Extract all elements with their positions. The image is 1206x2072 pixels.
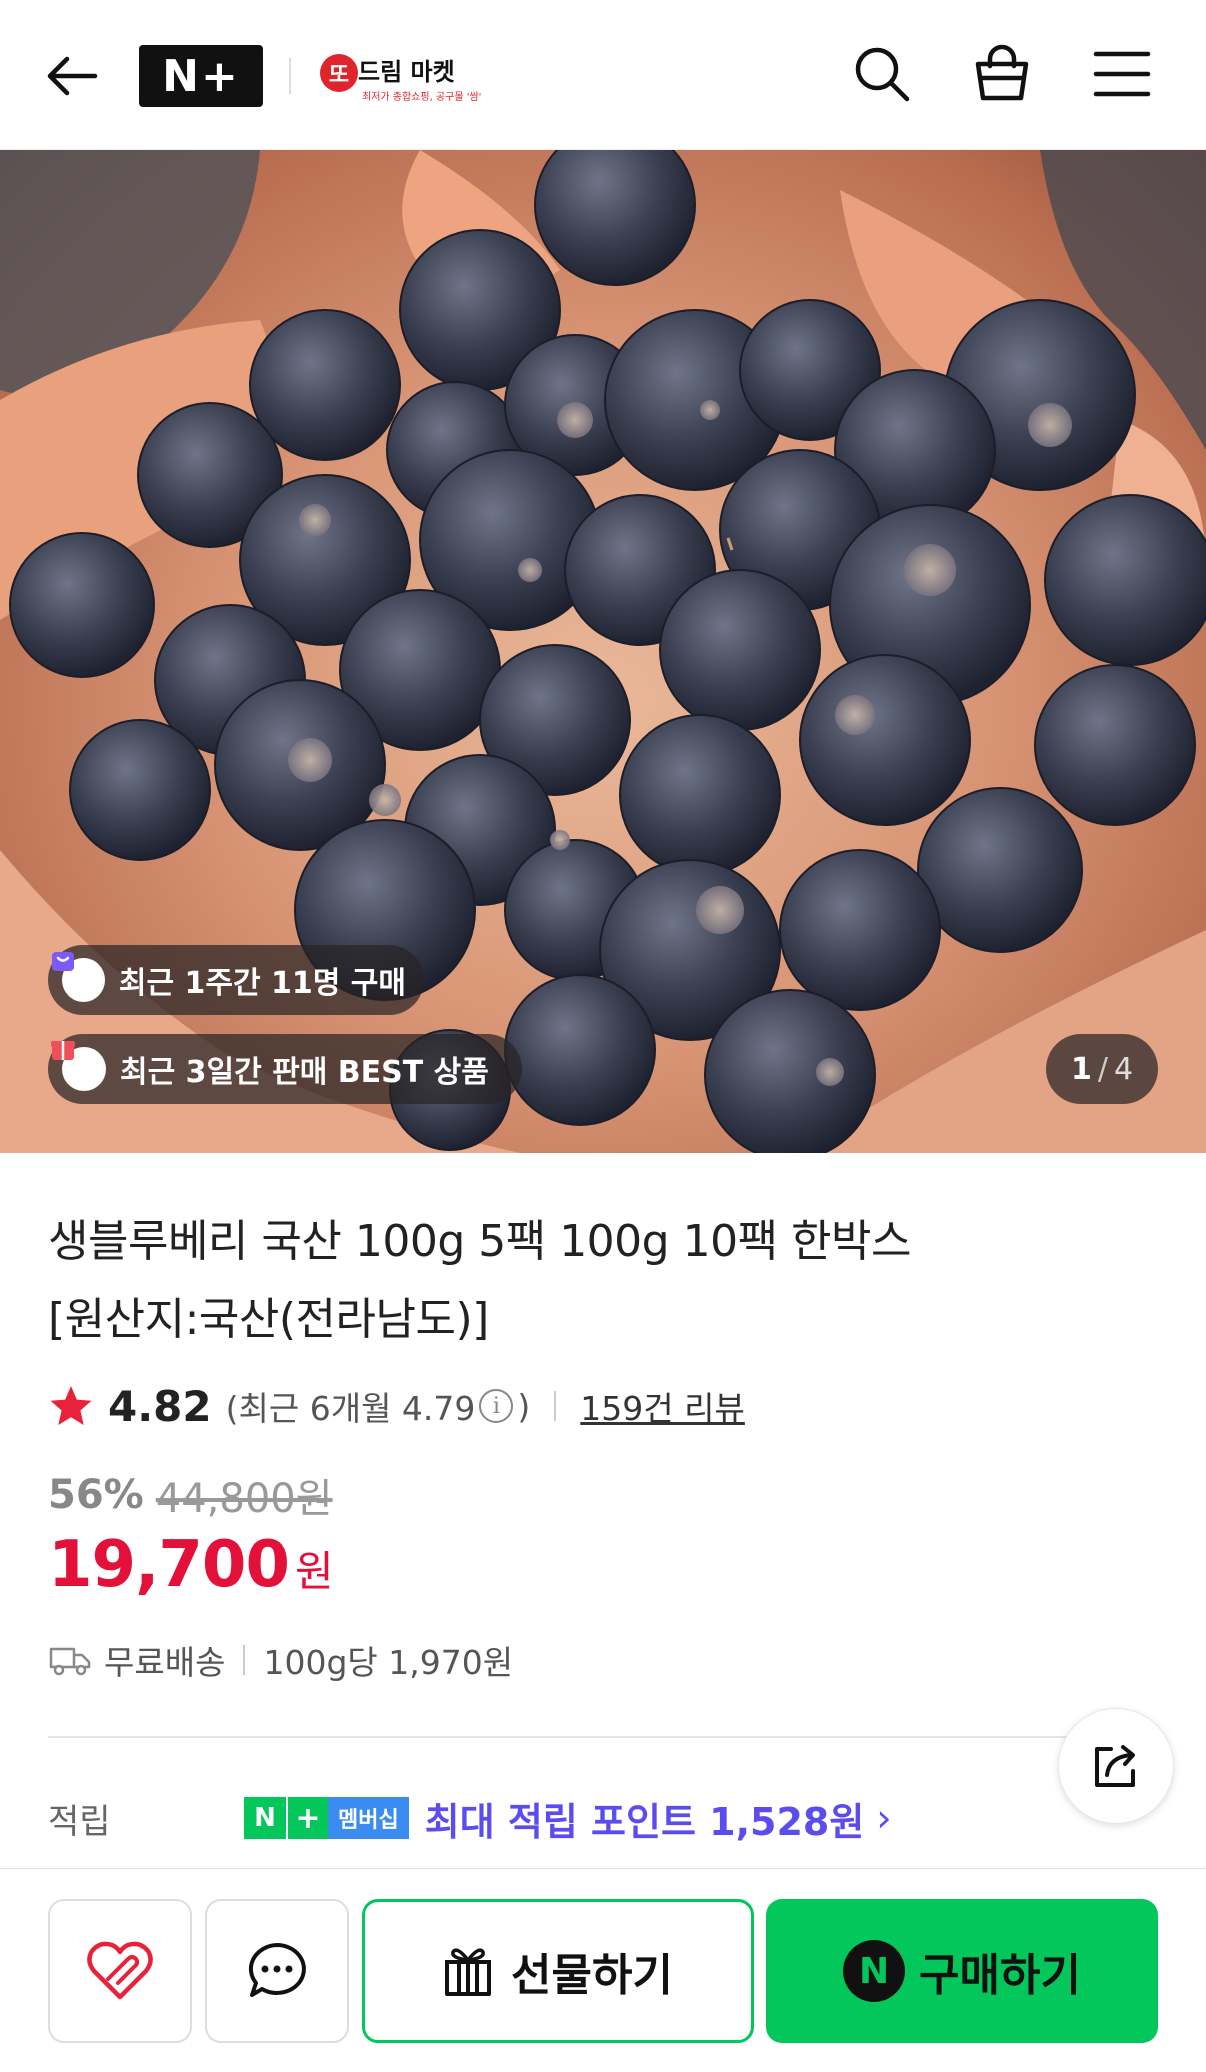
- product-title-line1: 생블루베리 국산 100g 5팩 100g 10팩 한박스: [48, 1216, 911, 1267]
- brand-subtitle: 최저가 종합쇼핑, 공구몰 '쌈': [362, 92, 482, 103]
- discount-percent: 56%: [48, 1472, 144, 1518]
- chevron-right-icon: ›: [876, 1796, 892, 1840]
- shipping-divider: [243, 1645, 246, 1675]
- badge-plus: +: [286, 1797, 328, 1839]
- recent-rating-close: ): [517, 1386, 531, 1426]
- product-title-line2: [원산지:국산(전라남도)]: [48, 1294, 489, 1345]
- gift-icon: [445, 1948, 492, 1996]
- menu-button[interactable]: [1086, 38, 1158, 110]
- delivery-truck-icon: [49, 1647, 91, 1676]
- back-button[interactable]: [36, 40, 108, 112]
- points-label: 적립: [48, 1801, 111, 1842]
- price-currency: 원: [294, 1547, 334, 1596]
- best-seller-badge: 최근 3일간 판매 BEST 상품: [48, 1034, 522, 1104]
- recent-purchase-text: 최근 1주간 11명 구매: [118, 966, 406, 1001]
- badge-n: N: [244, 1797, 286, 1839]
- shipping-row: 무료배송 100g당 1,970원: [48, 1632, 513, 1688]
- naver-plus-logo[interactable]: N+: [139, 45, 263, 107]
- star-icon: [50, 1386, 92, 1425]
- rating-divider: [554, 1391, 557, 1421]
- rating-value: 4.82: [108, 1381, 212, 1431]
- price-row: 19,700 원: [48, 1528, 334, 1618]
- pager-current: 1: [1070, 1051, 1092, 1087]
- product-title: 생블루베리 국산 100g 5팩 100g 10팩 한박스 [원산지:국산(전라…: [48, 1203, 1048, 1359]
- chat-bubble-icon: [248, 1943, 306, 1997]
- points-row[interactable]: 적립 N + 멤버십 최대 적립 포인트 1,528원 ›: [48, 1790, 1088, 1846]
- share-button[interactable]: [1058, 1708, 1174, 1824]
- search-icon: [855, 47, 910, 102]
- recent-rating: (최근 6개월 4.79 i ): [226, 1382, 531, 1430]
- section-divider: [48, 1736, 1108, 1738]
- logo-text: N+: [162, 50, 240, 102]
- arrow-left-icon: [47, 56, 98, 96]
- best-seller-text: 최근 3일간 판매 BEST 상품: [120, 1055, 489, 1090]
- free-shipping-text: 무료배송: [104, 1643, 226, 1682]
- recent-rating-text: (최근 6개월 4.79: [225, 1389, 476, 1428]
- original-price: 44,800원: [155, 1476, 333, 1522]
- naver-plus-membership-badge: N + 멤버십: [244, 1797, 409, 1839]
- info-icon[interactable]: i: [479, 1389, 514, 1423]
- max-points-text: 최대 적립 포인트 1,528원: [424, 1799, 865, 1844]
- product-image-carousel[interactable]: 최근 1주간 11명 구매 최근 3일간 판매 BEST 상품 1 / 4: [0, 150, 1206, 1153]
- wishlist-button[interactable]: [48, 1899, 192, 2043]
- sale-price: 19,700: [48, 1528, 290, 1602]
- image-page-indicator: 1 / 4: [1046, 1034, 1158, 1104]
- top-header: N+ 또 드림 마켓 최저가 종합쇼핑, 공구몰 '쌈': [0, 0, 1206, 150]
- gift-button[interactable]: 선물하기: [362, 1899, 754, 2043]
- share-icon: [1095, 1745, 1135, 1787]
- naver-pay-n-icon: N: [843, 1940, 906, 2002]
- review-count-link[interactable]: 159건 리뷰: [580, 1382, 745, 1430]
- discount-row: 56% 44,800원: [48, 1467, 333, 1523]
- shopping-bag-icon: [52, 952, 105, 1002]
- gift-label: 선물하기: [511, 1950, 673, 2001]
- pager-separator: /: [1097, 1051, 1108, 1087]
- search-button[interactable]: [846, 38, 918, 110]
- talk-talk-button[interactable]: [205, 1899, 349, 2043]
- brand-name: 드림 마켓: [358, 58, 455, 86]
- heart-icon: [87, 1941, 153, 2000]
- cart-button[interactable]: [966, 38, 1038, 110]
- rating-row: 4.82 (최근 6개월 4.79 i ) 159건 리뷰: [48, 1376, 1158, 1436]
- brand-badge: 또: [320, 54, 358, 92]
- logo-divider: [289, 58, 291, 94]
- store-brand-logo[interactable]: 또 드림 마켓 최저가 종합쇼핑, 공구몰 '쌈': [320, 48, 481, 108]
- unit-price-text: 100g당 1,970원: [263, 1643, 514, 1682]
- gift-box-icon: [51, 1041, 106, 1091]
- hamburger-menu-icon: [1093, 51, 1151, 97]
- buy-label: 구매하기: [919, 1950, 1081, 2001]
- bottom-action-bar: 선물하기 N 구매하기: [0, 1868, 1206, 2072]
- shopping-basket-icon: [975, 44, 1029, 101]
- product-page: N+ 또 드림 마켓 최저가 종합쇼핑, 공구몰 '쌈' 최근 1주간 11명 …: [0, 0, 1206, 2072]
- buy-now-button[interactable]: N 구매하기: [766, 1899, 1158, 2043]
- recent-purchase-badge: 최근 1주간 11명 구매: [48, 945, 424, 1015]
- badge-membership: 멤버십: [328, 1797, 409, 1839]
- pager-total: 4: [1113, 1051, 1134, 1087]
